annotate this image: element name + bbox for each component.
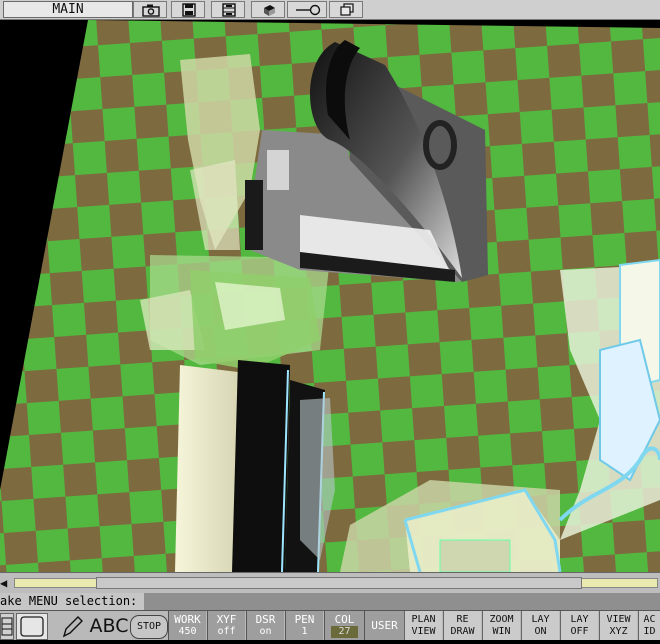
- main-menu-tab[interactable]: MAIN: [3, 1, 133, 18]
- field-label: PEN: [294, 613, 315, 626]
- save-button[interactable]: [171, 1, 205, 18]
- work-field[interactable]: WORK 450: [168, 611, 206, 640]
- field-value: on: [259, 626, 272, 637]
- acid-button[interactable]: AC ID: [638, 611, 660, 640]
- key-icon: [296, 4, 321, 16]
- field-label: COL: [334, 613, 355, 626]
- scroll-left-arrow-icon[interactable]: ◀: [0, 577, 7, 589]
- grid-tool-button[interactable]: [0, 613, 14, 640]
- cmd-label-bottom: WIN: [492, 626, 511, 637]
- building-pillar: [267, 150, 289, 190]
- 3d-viewport[interactable]: [0, 20, 660, 572]
- windows-button[interactable]: [329, 1, 363, 18]
- camera-icon: [142, 4, 160, 17]
- rectangle-icon: [20, 616, 44, 637]
- lay-off-button[interactable]: LAY OFF: [560, 611, 598, 640]
- cmd-label-top: RE: [456, 614, 469, 625]
- lay-on-button[interactable]: LAY ON: [521, 611, 559, 640]
- cmd-label-bottom: VIEW: [411, 626, 436, 637]
- field-label: WORK: [174, 613, 201, 626]
- bottom-toolbar: ABC STOP WORK 450 XYF off DSR on PEN 1 C…: [0, 610, 660, 640]
- rendered-model: [0, 20, 660, 572]
- xyf-field[interactable]: XYF off: [207, 611, 245, 640]
- top-menu-bar: MAIN: [0, 0, 660, 20]
- key-button[interactable]: [287, 1, 327, 18]
- zoom-win-button[interactable]: ZOOM WIN: [482, 611, 520, 640]
- pen-field[interactable]: PEN 1: [285, 611, 323, 640]
- view-xyz-button[interactable]: VIEW XYZ: [599, 611, 637, 640]
- col-field[interactable]: COL 27: [324, 611, 364, 640]
- status-line: ake MENU selection:: [0, 593, 660, 610]
- cmd-label-top: LAY: [531, 614, 550, 625]
- cmd-label-bottom: ON: [534, 626, 547, 637]
- dsr-field[interactable]: DSR on: [246, 611, 284, 640]
- cmd-label-top: AC: [643, 614, 656, 625]
- cmd-label-bottom: ID: [643, 626, 656, 637]
- grid-icon: [1, 617, 13, 636]
- cmd-label-top: LAY: [570, 614, 589, 625]
- camera-button[interactable]: [133, 1, 167, 18]
- stop-button[interactable]: STOP: [130, 615, 168, 639]
- field-label: DSR: [255, 613, 276, 626]
- horizontal-scrollbar[interactable]: ◀: [0, 572, 660, 593]
- user-button[interactable]: USER: [364, 611, 404, 640]
- field-value: 27: [331, 626, 358, 638]
- cube-icon: [264, 5, 275, 16]
- cmd-label-bottom: OFF: [570, 626, 589, 637]
- tower-black-face: [232, 360, 290, 572]
- text-tool-button[interactable]: ABC: [88, 613, 130, 640]
- command-prompt: ake MENU selection:: [0, 593, 144, 610]
- redraw-button[interactable]: RE DRAW: [443, 611, 481, 640]
- scroll-thumb[interactable]: [96, 577, 582, 589]
- rectangle-tool-button[interactable]: [16, 613, 48, 640]
- field-label: XYF: [216, 613, 237, 626]
- film-button[interactable]: [211, 1, 245, 18]
- cmd-label-top: VIEW: [606, 614, 631, 625]
- pencil-icon: [62, 616, 83, 638]
- plan-view-button[interactable]: PLAN VIEW: [404, 611, 442, 640]
- pencil-tool-button[interactable]: [58, 613, 86, 640]
- field-value: 450: [178, 626, 197, 637]
- wire-building-detail: [439, 539, 511, 572]
- building-pillar: [245, 180, 263, 250]
- cmd-label-top: ZOOM: [489, 614, 514, 625]
- windows-icon: [340, 3, 354, 16]
- disk-icon: [182, 3, 196, 17]
- film-icon: [222, 3, 236, 17]
- cmd-label-bottom: XYZ: [609, 626, 628, 637]
- tower-cream-face: [175, 365, 238, 572]
- field-value: off: [217, 626, 236, 637]
- model-button[interactable]: [251, 1, 285, 18]
- field-value: 1: [301, 626, 308, 637]
- cmd-label-bottom: DRAW: [450, 626, 475, 637]
- cmd-label-top: PLAN: [411, 614, 436, 625]
